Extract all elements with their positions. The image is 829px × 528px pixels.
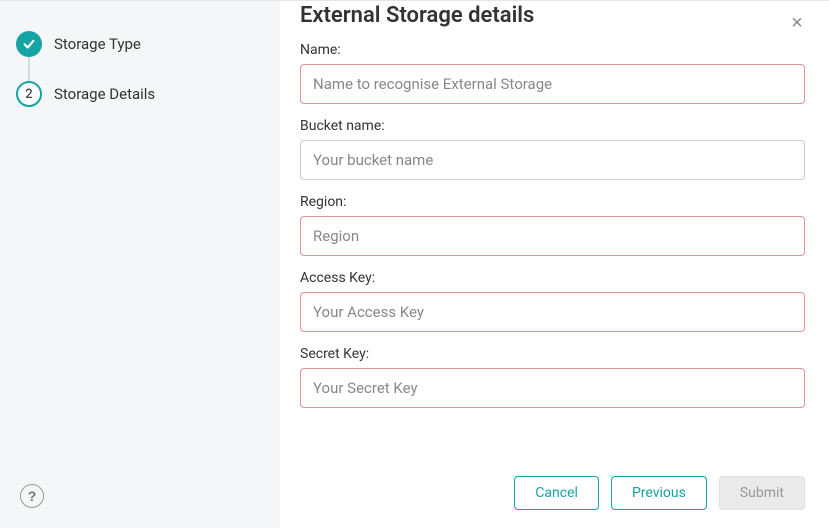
- main-panel: × External Storage details Name: Bucket …: [280, 1, 829, 528]
- cancel-button[interactable]: Cancel: [514, 476, 599, 510]
- region-input[interactable]: [300, 216, 805, 256]
- step-label: Storage Details: [54, 85, 155, 103]
- bucket-input[interactable]: [300, 140, 805, 180]
- close-button[interactable]: ×: [785, 11, 809, 35]
- access-key-input[interactable]: [300, 292, 805, 332]
- name-input[interactable]: [300, 64, 805, 104]
- footer: Cancel Previous Submit: [300, 456, 805, 510]
- submit-button[interactable]: Submit: [719, 476, 805, 510]
- step-label: Storage Type: [54, 35, 141, 53]
- field-secret-key: Secret Key:: [300, 346, 805, 408]
- help-icon: ?: [28, 488, 37, 504]
- close-icon: ×: [791, 13, 803, 33]
- step-storage-type[interactable]: Storage Type: [0, 21, 280, 67]
- help-button[interactable]: ?: [20, 484, 44, 508]
- secret-key-label: Secret Key:: [300, 346, 805, 362]
- check-icon: [16, 31, 42, 57]
- bucket-label: Bucket name:: [300, 118, 805, 134]
- secret-key-input[interactable]: [300, 368, 805, 408]
- step-storage-details[interactable]: 2 Storage Details: [0, 71, 280, 117]
- field-access-key: Access Key:: [300, 270, 805, 332]
- field-region: Region:: [300, 194, 805, 256]
- name-label: Name:: [300, 42, 805, 58]
- page-title: External Storage details: [300, 3, 805, 28]
- step-number-icon: 2: [16, 81, 42, 107]
- access-key-label: Access Key:: [300, 270, 805, 286]
- field-name: Name:: [300, 42, 805, 104]
- region-label: Region:: [300, 194, 805, 210]
- previous-button[interactable]: Previous: [611, 476, 707, 510]
- sidebar: Storage Type 2 Storage Details ?: [0, 1, 280, 528]
- field-bucket: Bucket name:: [300, 118, 805, 180]
